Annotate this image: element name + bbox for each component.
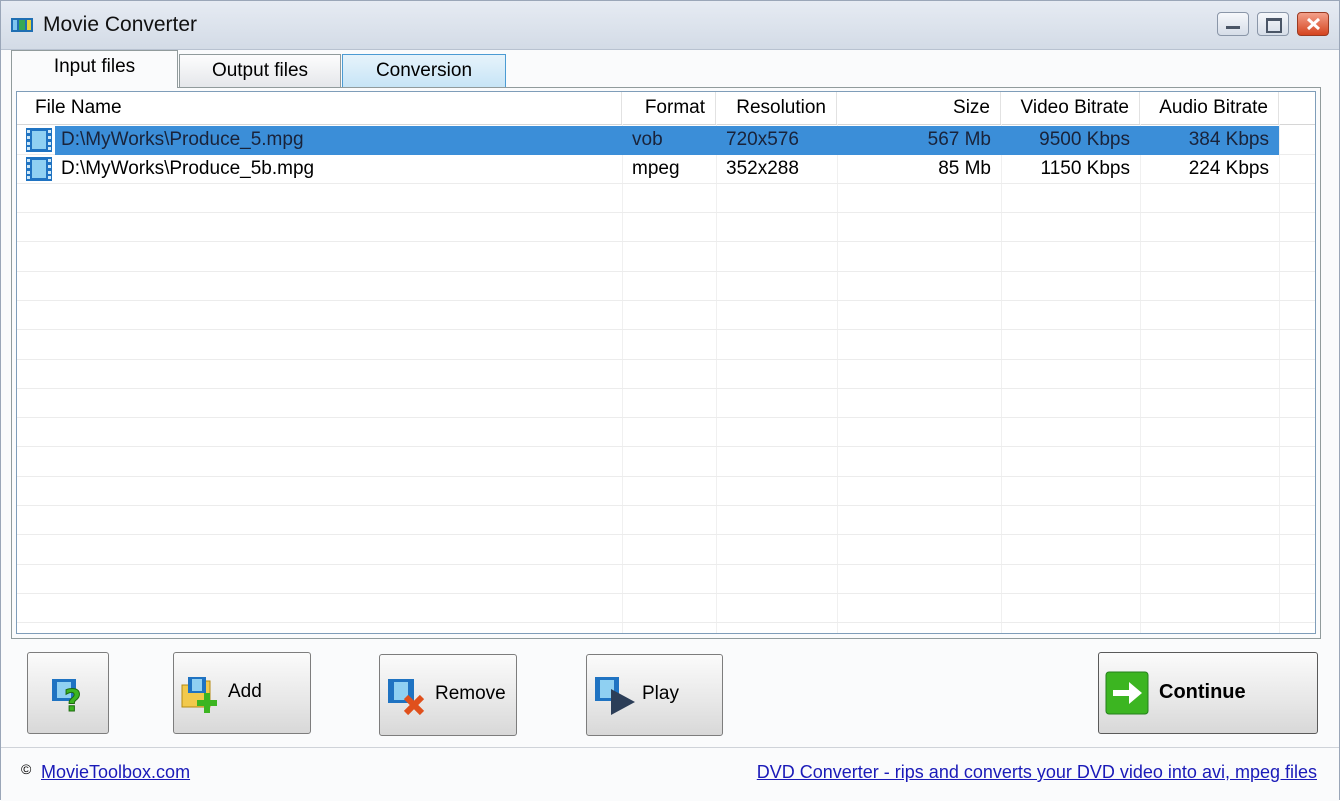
tab-input-files[interactable]: Input files — [11, 50, 178, 88]
film-app-icon — [11, 18, 33, 32]
continue-button[interactable]: Continue — [1098, 652, 1318, 734]
play-button-label: Play — [642, 683, 679, 704]
column-header-audio-bitrate[interactable]: Audio Bitrate — [1140, 92, 1279, 124]
empty-row — [17, 565, 1315, 594]
empty-row — [17, 477, 1315, 506]
cell-format: vob — [622, 126, 716, 155]
empty-row — [17, 418, 1315, 448]
column-header-resolution[interactable]: Resolution — [716, 92, 837, 124]
window-title: Movie Converter — [43, 13, 198, 36]
column-header-format[interactable]: Format — [622, 92, 716, 124]
close-icon — [1306, 17, 1321, 31]
empty-row — [17, 184, 1315, 213]
footer-bar: © MovieToolbox.com DVD Converter - rips … — [1, 747, 1339, 801]
title-bar[interactable]: Movie Converter — [1, 1, 1339, 50]
close-button[interactable] — [1297, 12, 1329, 36]
help-icon: ? — [52, 679, 82, 715]
empty-row — [17, 448, 1315, 477]
empty-row — [17, 594, 1315, 624]
video-file-icon — [26, 128, 52, 152]
play-button[interactable]: Play — [586, 654, 723, 736]
cell-file-name: D:\MyWorks\Produce_5.mpg — [55, 126, 622, 155]
table-row[interactable]: D:\MyWorks\Produce_5b.mpg mpeg 352x288 8… — [17, 155, 1315, 184]
table-row[interactable]: D:\MyWorks\Produce_5.mpg vob 720x576 567… — [17, 126, 1315, 155]
cell-audio-bitrate: 224 Kbps — [1188, 158, 1269, 179]
tab-label: Output files — [211, 60, 309, 81]
list-header: File Name Format Resolution Size Video B… — [17, 92, 1315, 125]
column-header-video-bitrate[interactable]: Video Bitrate — [1001, 92, 1140, 124]
cell-format: mpeg — [632, 158, 680, 179]
cell-video-bitrate: 9500 Kbps — [1001, 126, 1140, 155]
empty-row — [17, 272, 1315, 301]
remove-button-label: Remove — [435, 683, 506, 704]
empty-row — [17, 389, 1315, 419]
remove-file-icon — [388, 679, 425, 716]
empty-row — [17, 624, 1315, 634]
arrow-right-icon — [1105, 671, 1149, 715]
tab-conversion[interactable]: Conversion — [342, 54, 506, 88]
cell-audio-bitrate: 384 Kbps — [1140, 126, 1279, 155]
svg-text:?: ? — [64, 684, 81, 715]
continue-button-label: Continue — [1159, 681, 1246, 703]
movietoolbox-link[interactable]: MovieToolbox.com — [41, 762, 190, 783]
add-button[interactable]: Add — [173, 652, 311, 734]
cell-size: 567 Mb — [837, 126, 1001, 155]
tab-label: Conversion — [375, 60, 473, 81]
empty-row — [17, 536, 1315, 565]
cell-resolution: 720x576 — [716, 126, 837, 155]
tab-label: Input files — [53, 56, 136, 77]
empty-row — [17, 506, 1315, 536]
client-area: Input files Output files Conversion File… — [1, 50, 1339, 801]
add-file-icon — [181, 677, 217, 713]
cell-file-name: D:\MyWorks\Produce_5b.mpg — [61, 158, 315, 179]
maximize-button[interactable] — [1257, 12, 1289, 36]
tab-output-files[interactable]: Output files — [179, 54, 341, 88]
column-header-file-name[interactable]: File Name — [17, 92, 622, 124]
cell-video-bitrate: 1150 Kbps — [1040, 158, 1130, 179]
play-icon — [595, 677, 635, 715]
cell-resolution: 352x288 — [726, 158, 799, 179]
minimize-button[interactable] — [1217, 12, 1249, 36]
main-window: Movie Converter Input files Output files… — [0, 0, 1340, 801]
copyright-symbol: © — [21, 761, 32, 777]
column-header-size[interactable]: Size — [837, 92, 1001, 124]
cell-size: 85 Mb — [938, 158, 991, 179]
input-files-panel: File Name Format Resolution Size Video B… — [11, 87, 1321, 639]
empty-row — [17, 360, 1315, 389]
remove-button[interactable]: Remove — [379, 654, 517, 736]
dvd-converter-link[interactable]: DVD Converter - rips and converts your D… — [757, 762, 1317, 783]
help-button[interactable]: ? — [27, 652, 109, 734]
video-file-icon — [26, 157, 52, 181]
empty-row — [17, 301, 1315, 331]
add-button-label: Add — [228, 681, 262, 702]
empty-row — [17, 331, 1315, 360]
empty-row — [17, 213, 1315, 243]
empty-row — [17, 243, 1315, 272]
file-list[interactable]: File Name Format Resolution Size Video B… — [16, 91, 1316, 634]
